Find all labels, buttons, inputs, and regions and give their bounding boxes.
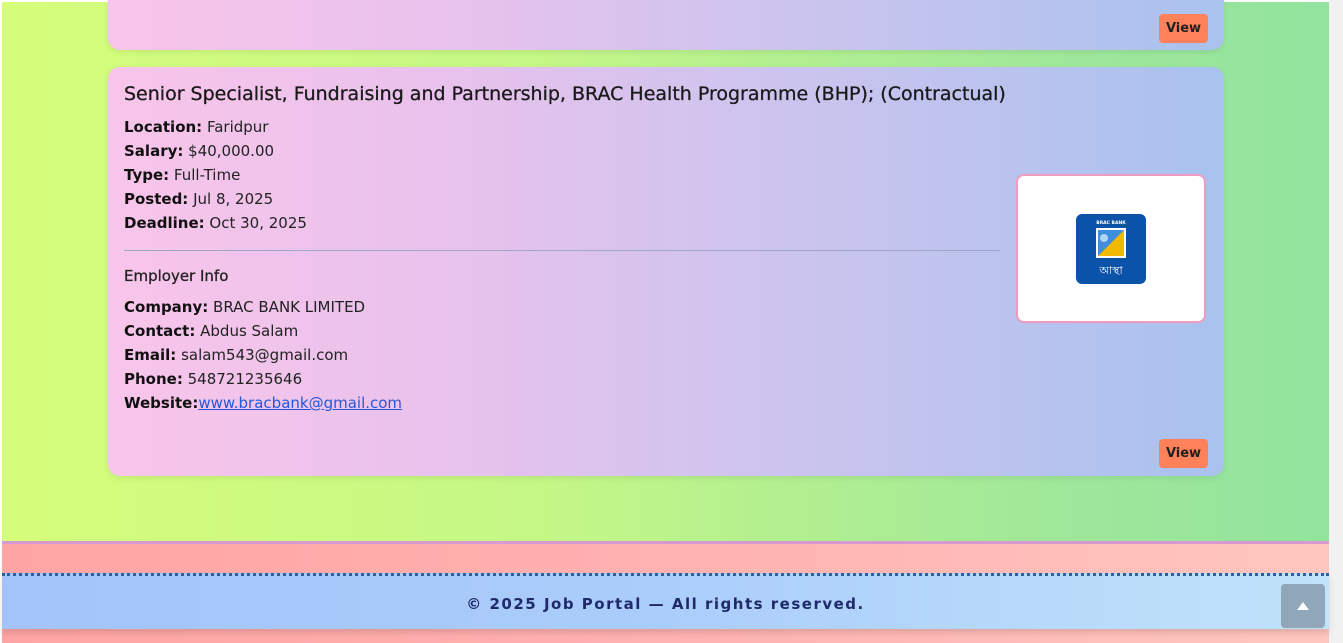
scrollbar[interactable]: [1329, 0, 1343, 643]
type-label: Type:: [124, 166, 170, 184]
logo-text-bottom: আস্থা: [1098, 264, 1123, 277]
email-value: salam543@gmail.com: [181, 346, 349, 364]
email-label: Email:: [124, 346, 177, 364]
salary-row: Salary: $40,000.00: [124, 139, 307, 163]
divider: [124, 250, 1000, 251]
salary-value: $40,000.00: [188, 142, 275, 160]
posted-value: Jul 8, 2025: [193, 190, 274, 208]
type-row: Type: Full-Time: [124, 163, 307, 187]
job-title: Senior Specialist, Fundraising and Partn…: [124, 83, 1006, 105]
location-label: Location:: [124, 118, 203, 136]
type-value: Full-Time: [173, 166, 241, 184]
job-details: Location: Faridpur Salary: $40,000.00 Ty…: [124, 115, 307, 235]
deadline-label: Deadline:: [124, 214, 205, 232]
company-value: BRAC BANK LIMITED: [213, 298, 366, 316]
phone-row: Phone: 548721235646: [124, 367, 402, 391]
footer-band: © 2025 Job Portal — All rights reserved.: [2, 573, 1329, 629]
posted-label: Posted:: [124, 190, 189, 208]
job-card-previous: View: [108, 0, 1224, 50]
chevron-up-icon: [1297, 602, 1309, 610]
contact-label: Contact:: [124, 322, 196, 340]
contact-row: Contact: Abdus Salam: [124, 319, 402, 343]
view-button[interactable]: View: [1159, 14, 1208, 43]
company-row: Company: BRAC BANK LIMITED: [124, 295, 402, 319]
posted-row: Posted: Jul 8, 2025: [124, 187, 307, 211]
scroll-to-top-button[interactable]: [1281, 584, 1325, 628]
employer-details: Company: BRAC BANK LIMITED Contact: Abdu…: [124, 295, 402, 415]
job-card: Senior Specialist, Fundraising and Partn…: [108, 67, 1224, 476]
phone-label: Phone:: [124, 370, 183, 388]
company-logo-frame: BRAC BANK আস্থা: [1016, 174, 1206, 323]
contact-value: Abdus Salam: [200, 322, 299, 340]
location-value: Faridpur: [206, 118, 269, 136]
view-button[interactable]: View: [1159, 439, 1208, 468]
email-row: Email: salam543@gmail.com: [124, 343, 402, 367]
footer: © 2025 Job Portal — All rights reserved.: [2, 541, 1329, 643]
footer-copyright: © 2025 Job Portal — All rights reserved.: [466, 595, 865, 613]
location-row: Location: Faridpur: [124, 115, 307, 139]
logo-text-top: BRAC BANK: [1096, 220, 1126, 226]
brac-bank-logo: BRAC BANK আস্থা: [1076, 213, 1146, 284]
website-link[interactable]: www.bracbank@gmail.com: [198, 394, 402, 412]
company-label: Company:: [124, 298, 209, 316]
deadline-row: Deadline: Oct 30, 2025: [124, 211, 307, 235]
deadline-value: Oct 30, 2025: [209, 214, 307, 232]
salary-label: Salary:: [124, 142, 184, 160]
website-row: Website:www.bracbank@gmail.com: [124, 391, 402, 415]
phone-value: 548721235646: [187, 370, 303, 388]
employer-info-heading: Employer Info: [124, 267, 229, 285]
website-label: Website:: [124, 394, 199, 412]
